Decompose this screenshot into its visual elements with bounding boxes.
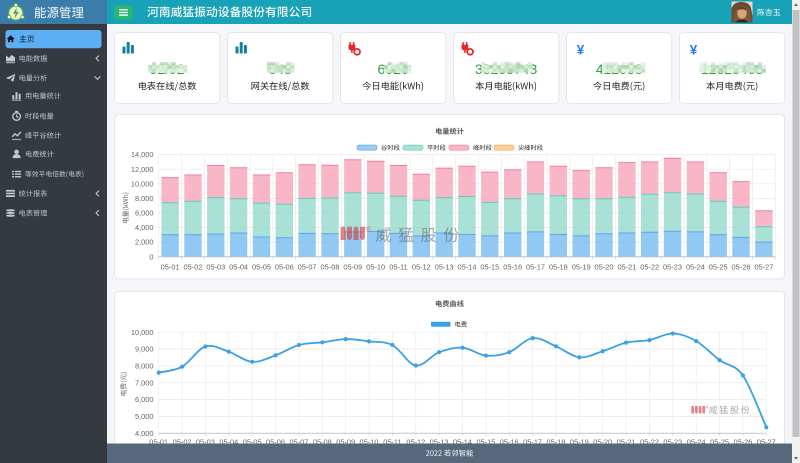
svg-text:05-03: 05-03 <box>206 262 225 271</box>
svg-text:05-12: 05-12 <box>412 262 431 271</box>
svg-text:12,000: 12,000 <box>131 165 154 174</box>
svg-text:8,000: 8,000 <box>135 194 154 203</box>
svg-text:05-22: 05-22 <box>640 262 659 271</box>
svg-text:05-09: 05-09 <box>343 262 362 271</box>
svg-text:05-14: 05-14 <box>458 262 477 271</box>
svg-text:05-13: 05-13 <box>435 262 454 271</box>
svg-text:05-05: 05-05 <box>252 262 271 271</box>
svg-text:¥: ¥ <box>690 43 698 58</box>
svg-text:05-26: 05-26 <box>732 262 751 271</box>
svg-text:5,000: 5,000 <box>135 412 154 421</box>
svg-text:05-27: 05-27 <box>754 262 773 271</box>
svg-text:4,000: 4,000 <box>135 223 154 232</box>
svg-text:0: 0 <box>149 252 153 261</box>
svg-text:14,000: 14,000 <box>131 150 154 159</box>
svg-text:05-07: 05-07 <box>298 262 317 271</box>
svg-text:6,000: 6,000 <box>135 395 154 404</box>
svg-text:10,000: 10,000 <box>131 179 154 188</box>
svg-text:05-18: 05-18 <box>549 262 568 271</box>
svg-text:05-16: 05-16 <box>503 262 522 271</box>
svg-text:2,000: 2,000 <box>135 238 154 247</box>
svg-text:05-08: 05-08 <box>321 262 340 271</box>
svg-text:05-17: 05-17 <box>526 262 545 271</box>
svg-text:8,000: 8,000 <box>135 362 154 371</box>
svg-text:05-21: 05-21 <box>617 262 636 271</box>
svg-text:05-02: 05-02 <box>184 262 203 271</box>
svg-text:05-06: 05-06 <box>275 262 294 271</box>
svg-text:9,000: 9,000 <box>135 345 154 354</box>
svg-text:05-25: 05-25 <box>709 262 728 271</box>
svg-text:6,000: 6,000 <box>135 209 154 218</box>
svg-text:05-10: 05-10 <box>366 262 385 271</box>
svg-text:05-24: 05-24 <box>686 262 705 271</box>
svg-text:7,000: 7,000 <box>135 378 154 387</box>
svg-text:05-15: 05-15 <box>480 262 499 271</box>
svg-text:05-19: 05-19 <box>572 262 591 271</box>
svg-text:05-04: 05-04 <box>229 262 248 271</box>
svg-text:05-23: 05-23 <box>663 262 682 271</box>
svg-text:05-11: 05-11 <box>389 262 407 271</box>
svg-text:¥: ¥ <box>577 43 585 58</box>
svg-text:05-01: 05-01 <box>161 262 180 271</box>
svg-text:10,000: 10,000 <box>131 328 154 337</box>
svg-text:05-20: 05-20 <box>595 262 614 271</box>
